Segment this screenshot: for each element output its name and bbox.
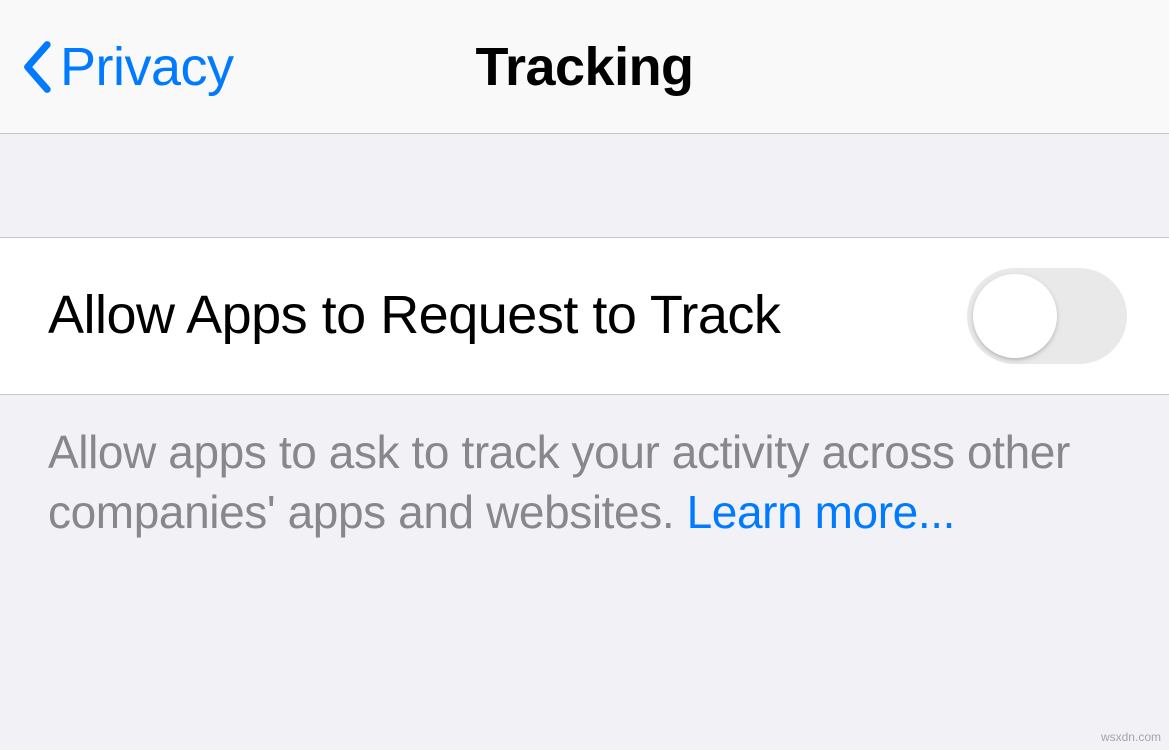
- chevron-left-icon: [18, 39, 54, 95]
- setting-label: Allow Apps to Request to Track: [48, 283, 780, 349]
- learn-more-link[interactable]: Learn more...: [687, 486, 955, 538]
- section-spacer: [0, 134, 1169, 238]
- back-button[interactable]: Privacy: [18, 36, 234, 98]
- page-title: Tracking: [475, 36, 693, 98]
- toggle-knob: [973, 274, 1057, 358]
- section-footer: Allow apps to ask to track your activity…: [0, 395, 1169, 543]
- back-label: Privacy: [60, 36, 234, 98]
- watermark: wsxdn.com: [1101, 730, 1161, 744]
- tracking-toggle[interactable]: [967, 268, 1127, 364]
- setting-row-tracking: Allow Apps to Request to Track: [0, 238, 1169, 395]
- nav-bar: Privacy Tracking: [0, 0, 1169, 134]
